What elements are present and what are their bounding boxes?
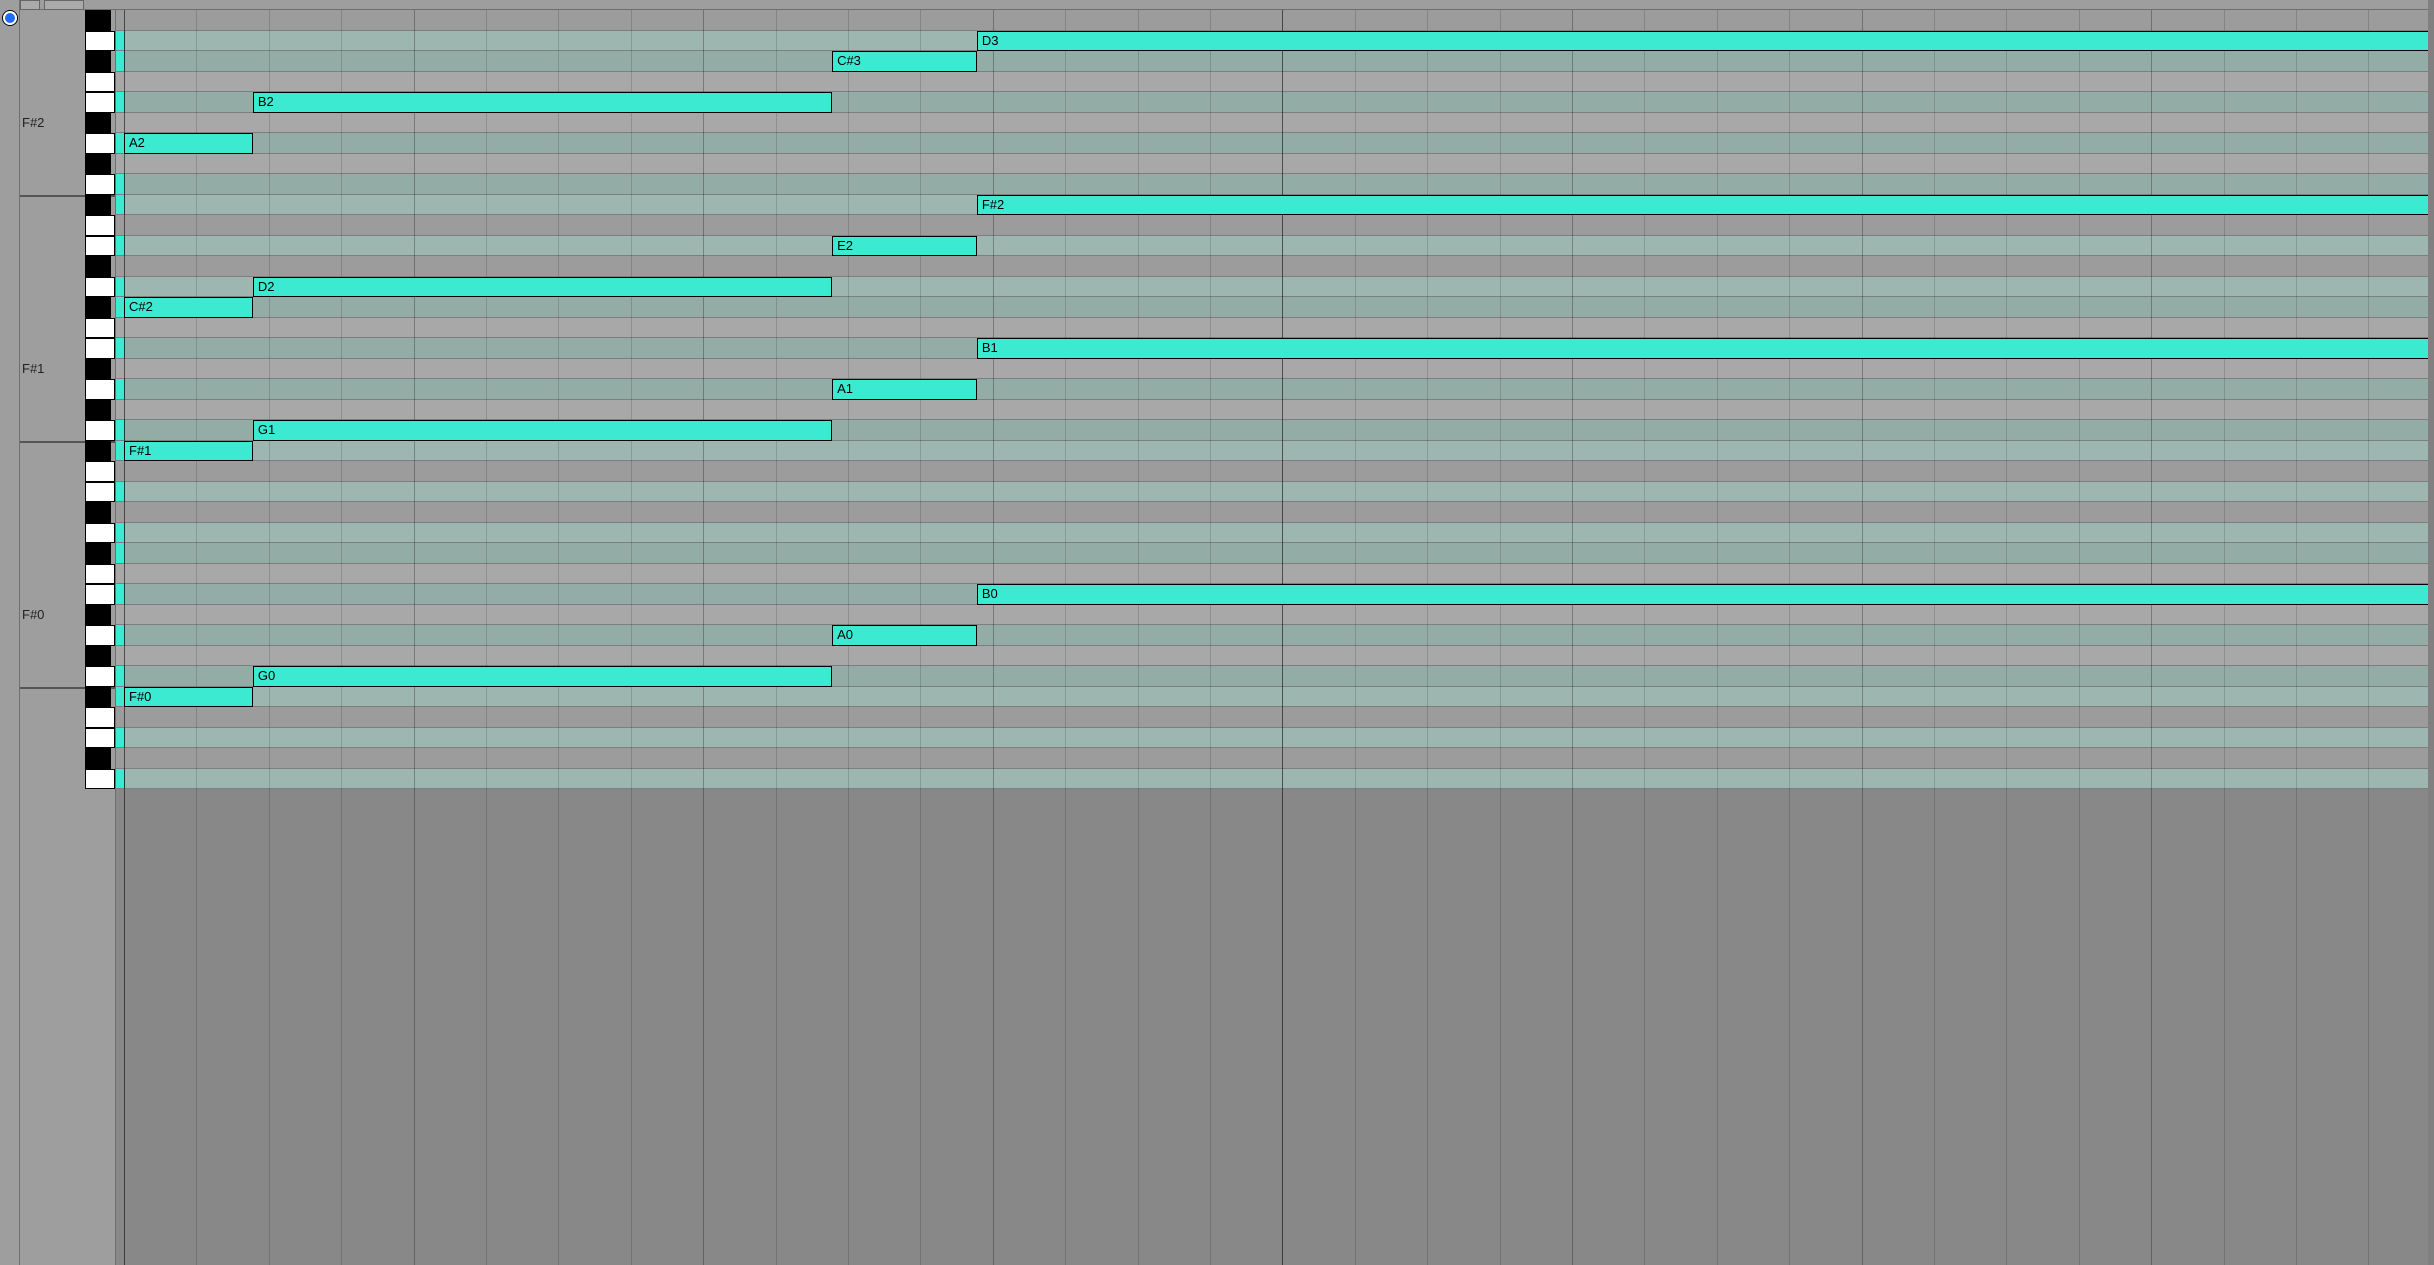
piano-key-white[interactable] [85,666,115,687]
midi-note[interactable]: A2 [124,133,253,154]
piano-key-white[interactable] [85,318,115,339]
piano-key-black[interactable] [85,359,111,380]
midi-note[interactable]: D2 [253,277,832,298]
piano-key-black[interactable] [85,748,111,769]
piano-key-white[interactable] [85,564,115,585]
midi-note[interactable]: F#1 [124,441,253,462]
piano-key-white[interactable] [85,215,115,236]
left-gutter [0,0,20,1265]
midi-note[interactable]: G0 [253,666,832,687]
piano-key-white[interactable] [85,707,115,728]
piano-key-white[interactable] [85,31,115,52]
notes-layer[interactable]: D3C#3B2A2 F#2E2D2C#2 B1A1G1F#1 B0A0G0F#0 [116,10,2434,1265]
piano-key-black[interactable] [85,51,111,72]
keyboard-pitch-label: F#2 [22,115,44,130]
marker-icon[interactable] [3,11,17,25]
timeline-ruler[interactable] [20,0,2434,10]
piano-key-white[interactable] [85,584,115,605]
midi-note[interactable]: B1 [977,338,2432,359]
piano-key-white[interactable] [85,72,115,93]
midi-note[interactable]: A0 [832,625,977,646]
right-scroll-edge [2428,0,2434,1265]
piano-key-white[interactable] [85,482,115,503]
piano-key-black[interactable] [85,113,111,134]
piano-key-black[interactable] [85,400,111,421]
ruler-box-1 [20,0,40,10]
piano-key-white[interactable] [85,769,115,790]
keyboard-pitch-label: F#0 [22,607,44,622]
piano-key-white[interactable] [85,728,115,749]
piano-key-black[interactable] [85,297,111,318]
piano-key-black[interactable] [85,646,111,667]
midi-note[interactable]: F#0 [124,687,253,708]
midi-note[interactable]: A1 [832,379,977,400]
piano-key-white[interactable] [85,277,115,298]
piano-key-black[interactable] [85,256,111,277]
piano-key-white[interactable] [85,133,115,154]
piano-key-black[interactable] [85,502,111,523]
keyboard-pitch-label: F#1 [22,361,44,376]
midi-note[interactable]: G1 [253,420,832,441]
piano-key-white[interactable] [85,92,115,113]
piano-key-white[interactable] [85,523,115,544]
midi-note[interactable]: F#2 [977,195,2432,216]
ruler-box-2 [44,0,84,10]
piano-key-black[interactable] [85,195,111,216]
midi-note[interactable]: B2 [253,92,832,113]
piano-key-white[interactable] [85,379,115,400]
piano-key-white[interactable] [85,174,115,195]
piano-key-white[interactable] [85,420,115,441]
midi-note[interactable]: C#2 [124,297,253,318]
midi-note[interactable]: B0 [977,584,2432,605]
midi-note[interactable]: D3 [977,31,2432,52]
piano-key-black[interactable] [85,441,111,462]
piano-key-white[interactable] [85,461,115,482]
piano-key-black[interactable] [85,10,111,31]
piano-key-black[interactable] [85,687,111,708]
piano-key-black[interactable] [85,543,111,564]
piano-key-white[interactable] [85,236,115,257]
piano-keyboard[interactable]: F#2 F#1 F#0 [20,10,116,1265]
piano-key-white[interactable] [85,625,115,646]
piano-key-black[interactable] [85,154,111,175]
piano-key-black[interactable] [85,605,111,626]
midi-note[interactable]: C#3 [832,51,977,72]
piano-key-white[interactable] [85,338,115,359]
midi-note[interactable]: E2 [832,236,977,257]
